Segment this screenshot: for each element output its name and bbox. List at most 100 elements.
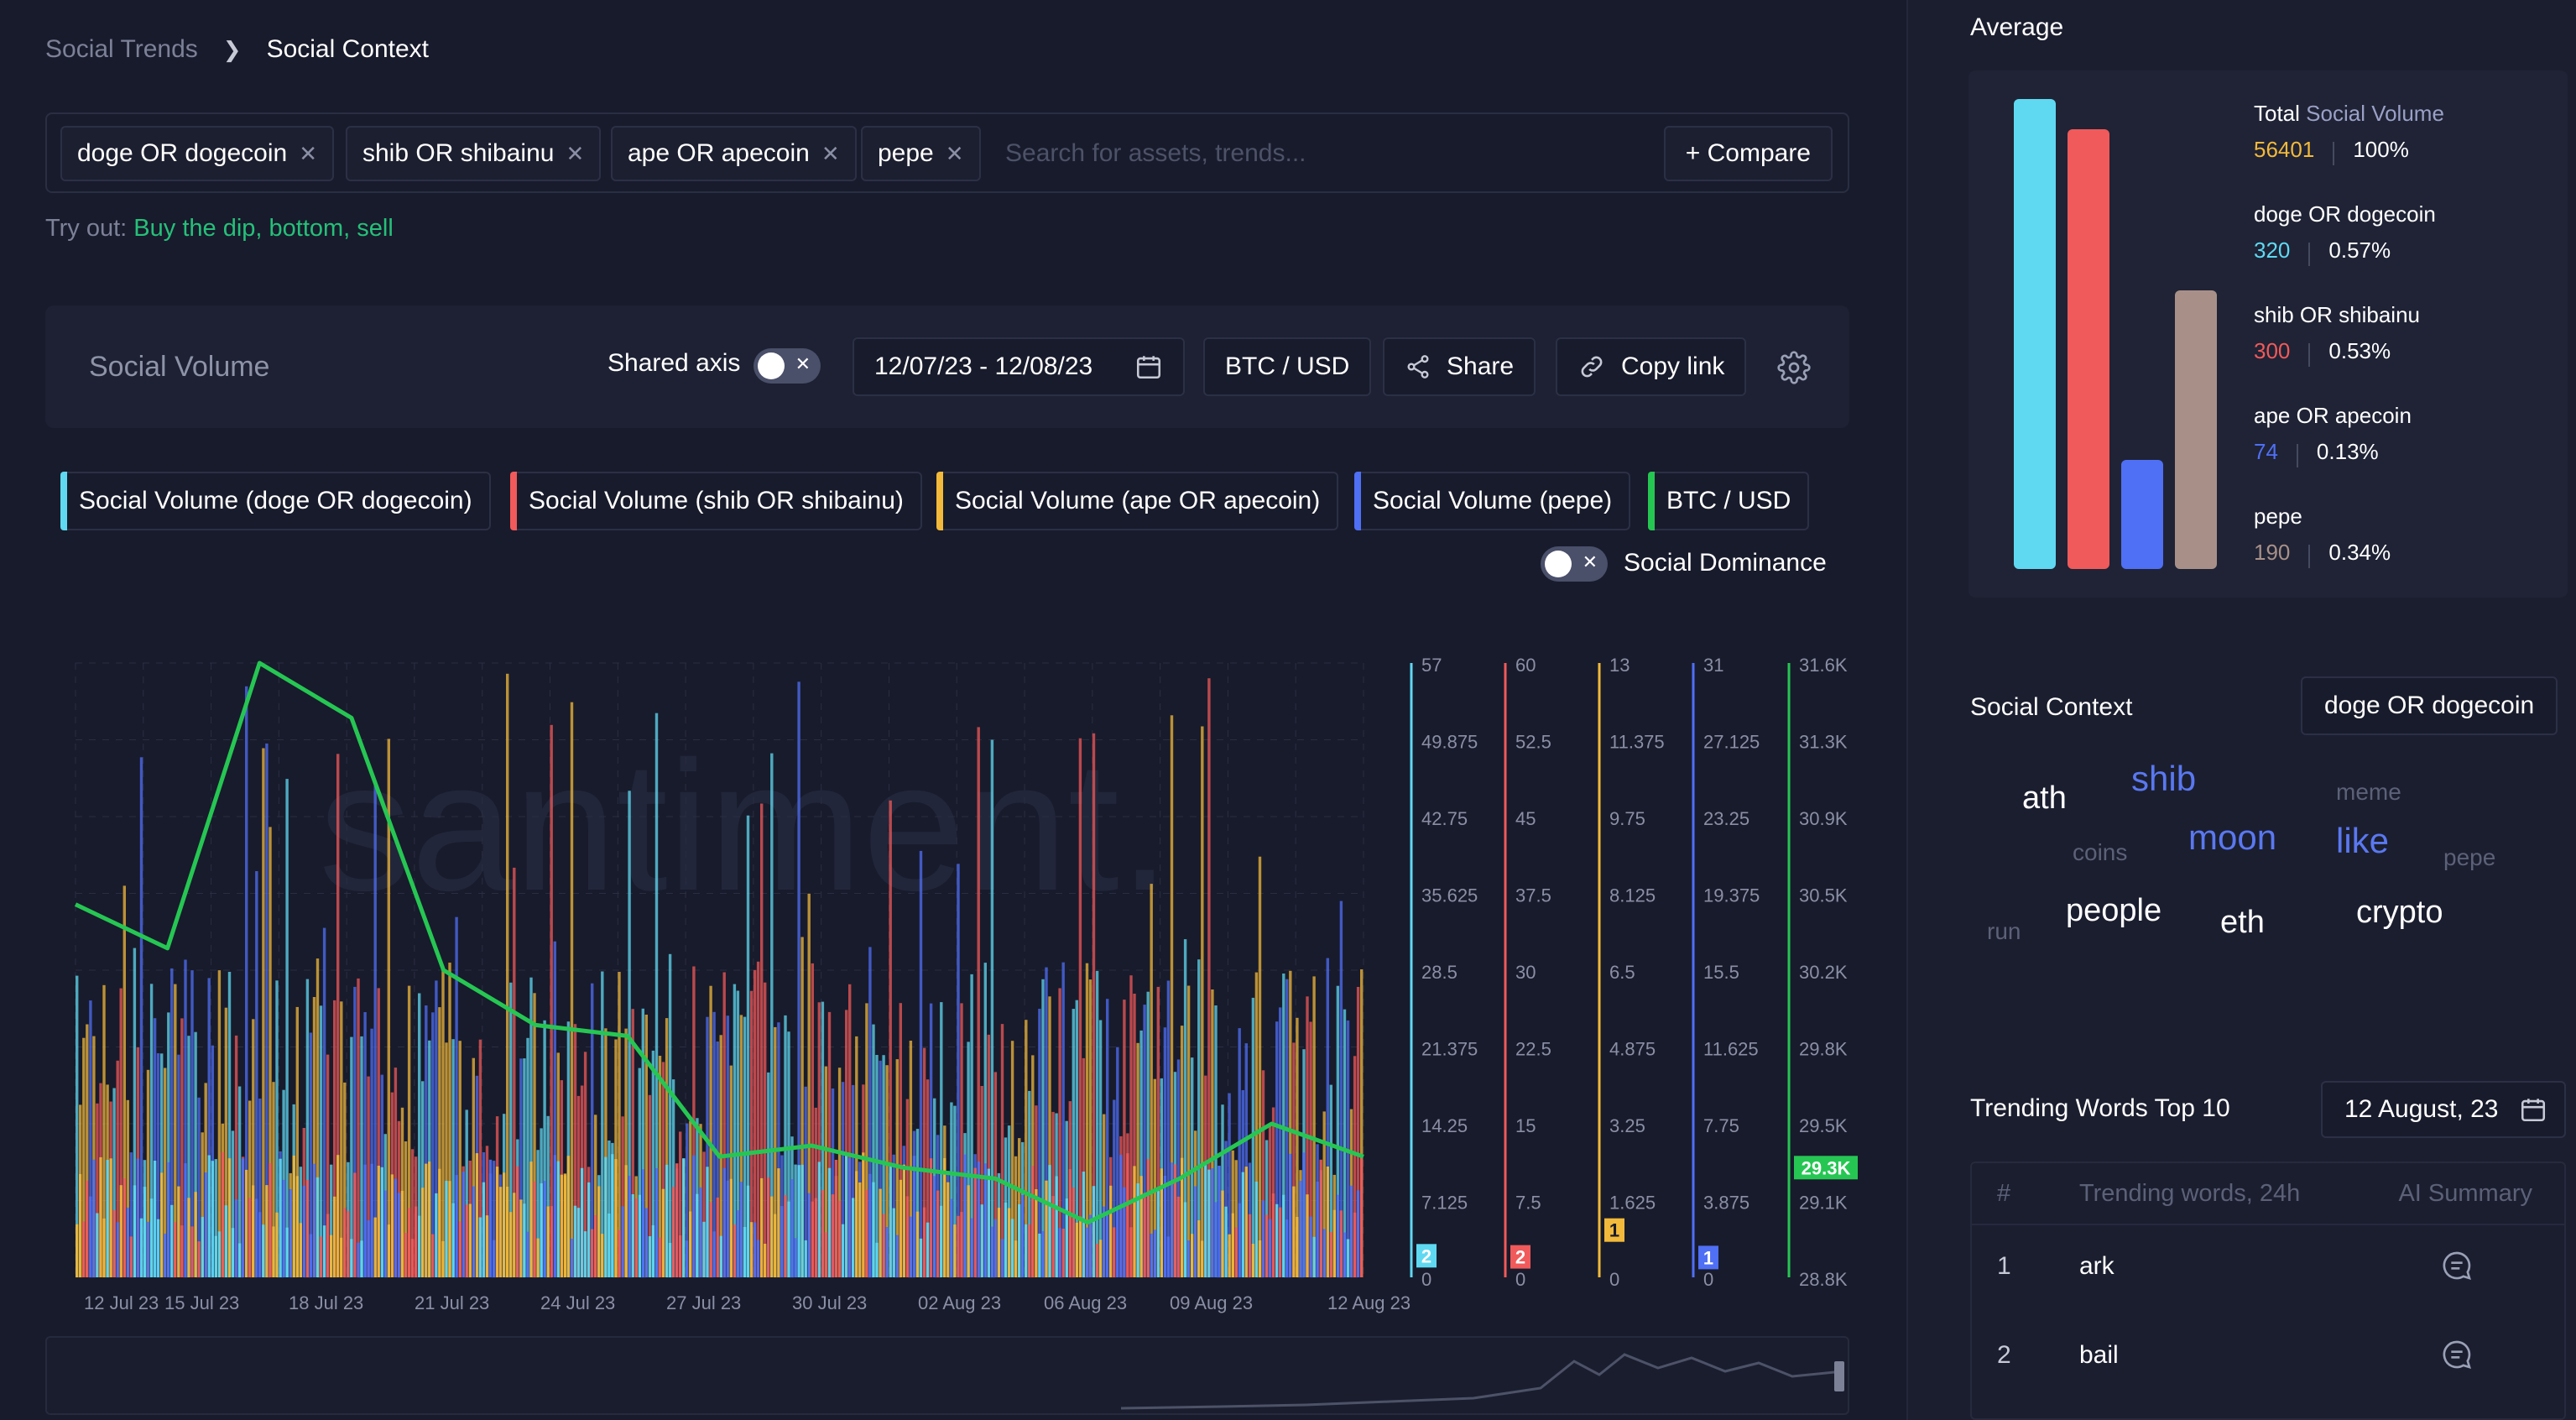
volume-bar: [1075, 1222, 1078, 1277]
trending-word-link[interactable]: ark: [2079, 1252, 2115, 1281]
metric-chip-pepe[interactable]: Social Volume (pepe): [1354, 472, 1631, 530]
close-icon[interactable]: ✕: [566, 141, 584, 167]
word-cloud-item[interactable]: ath: [2022, 780, 2067, 817]
social-volume-chart[interactable]: santiment. 57 49.875 42.75 35.625 28.5 21.375…: [0, 638, 1906, 1326]
word-cloud-item[interactable]: coins: [2073, 839, 2127, 866]
trending-date-picker[interactable]: 12 August, 23: [2321, 1081, 2566, 1138]
word-cloud-item[interactable]: moon: [2188, 817, 2276, 858]
compare-button[interactable]: + Compare: [1663, 126, 1833, 181]
copy-link-button[interactable]: Copy link: [1556, 337, 1747, 396]
volume-bar: [397, 1193, 401, 1277]
chart-navigator[interactable]: [45, 1336, 1849, 1415]
asset-search-bar[interactable]: doge OR dogecoin ✕ shib OR shibainu ✕ ap…: [45, 112, 1849, 193]
volume-bar: [868, 1173, 872, 1277]
volume-bar: [269, 1162, 272, 1277]
volume-bar: [106, 1160, 109, 1277]
navigator-handle[interactable]: [1834, 1361, 1844, 1391]
date-range-picker[interactable]: 12/07/23 - 12/08/23: [853, 337, 1185, 396]
col-word-header: Trending words, 24h: [2079, 1180, 2301, 1207]
chat-icon[interactable]: [2440, 1249, 2474, 1282]
volume-bar: [699, 1187, 702, 1277]
volume-bar: [1336, 1194, 1340, 1277]
volume-bar: [472, 1186, 475, 1277]
volume-bar: [1106, 1214, 1109, 1277]
word-cloud-item[interactable]: meme: [2336, 779, 2401, 806]
search-chip[interactable]: pepe ✕: [861, 126, 981, 181]
volume-bar: [326, 1214, 330, 1277]
trending-date: 12 August, 23: [2344, 1095, 2499, 1123]
volume-bar: [123, 1178, 126, 1277]
breadcrumb-social-trends[interactable]: Social Trends: [45, 35, 198, 64]
volume-bar: [597, 1186, 601, 1277]
word-cloud-item[interactable]: run: [1987, 918, 2021, 945]
volume-bar: [156, 1219, 160, 1277]
word-cloud-item[interactable]: shib: [2131, 759, 2196, 799]
shared-axis-toggle[interactable]: ✕: [754, 348, 821, 384]
word-cloud-item[interactable]: pepe: [2443, 844, 2495, 871]
close-icon: ✕: [795, 353, 811, 374]
word-cloud-item[interactable]: like: [2336, 821, 2389, 861]
bar-pepe: [2175, 290, 2217, 569]
volume-bar: [712, 1231, 716, 1277]
gear-icon[interactable]: [1777, 351, 1811, 384]
item-label: shib OR shibainu: [2254, 302, 2420, 327]
current-value-label: 2: [1515, 1247, 1525, 1268]
volume-bar: [478, 1217, 482, 1277]
volume-bar: [1133, 1166, 1136, 1277]
volume-bar: [529, 1162, 533, 1277]
volume-bar: [543, 1181, 546, 1277]
close-icon[interactable]: ✕: [821, 141, 840, 167]
trending-word-link[interactable]: bail: [2079, 1341, 2119, 1370]
share-button[interactable]: Share: [1383, 337, 1536, 396]
volume-bar: [187, 1198, 190, 1277]
social-dominance-label: Social Dominance: [1624, 549, 1827, 577]
volume-bar: [570, 702, 574, 1277]
volume-bar: [797, 1165, 800, 1277]
volume-bar: [377, 1166, 380, 1277]
try-out-suggestions[interactable]: Buy the dip, bottom, sell: [133, 215, 394, 242]
search-chip[interactable]: ape OR apecoin ✕: [611, 126, 857, 181]
volume-bar: [160, 1172, 164, 1277]
word-cloud-item[interactable]: eth: [2220, 905, 2265, 941]
item-pct: 0.57%: [2328, 238, 2391, 263]
word-cloud-item[interactable]: crypto: [2356, 895, 2443, 931]
volume-bar: [1244, 1167, 1248, 1277]
close-icon[interactable]: ✕: [299, 141, 317, 167]
volume-bar: [1072, 1187, 1075, 1277]
volume-bar: [1289, 1153, 1292, 1277]
volume-bar: [234, 1199, 238, 1277]
volume-bar: [936, 1190, 940, 1277]
copy-link-label: Copy link: [1621, 352, 1725, 380]
metric-chip-btc[interactable]: BTC / USD: [1648, 472, 1810, 530]
volume-bar: [834, 1160, 838, 1277]
volume-bar: [164, 1233, 167, 1277]
item-label: doge OR dogecoin: [2254, 201, 2436, 227]
word-cloud-item[interactable]: people: [2066, 893, 2161, 929]
social-context-select[interactable]: doge OR dogecoin: [2301, 676, 2558, 735]
volume-bar: [696, 1193, 699, 1277]
volume-bar: [770, 1196, 774, 1277]
volume-bar: [1041, 1230, 1045, 1277]
volume-bar: [1068, 1169, 1072, 1277]
volume-bar: [1248, 1214, 1252, 1277]
search-chip[interactable]: doge OR dogecoin ✕: [60, 126, 334, 181]
volume-bar: [1004, 1202, 1008, 1277]
volume-bar: [1000, 1239, 1004, 1277]
volume-bar: [214, 1235, 217, 1277]
close-icon[interactable]: ✕: [946, 141, 964, 167]
y-tick-label: 45: [1515, 808, 1536, 829]
volume-bar: [523, 1203, 526, 1277]
chat-icon[interactable]: [2440, 1338, 2474, 1371]
metric-chip-shib[interactable]: Social Volume (shib OR shibainu): [510, 472, 922, 530]
volume-bar: [641, 1169, 644, 1277]
search-chip[interactable]: shib OR shibainu ✕: [346, 126, 602, 181]
social-dominance-toggle[interactable]: ✕: [1541, 546, 1608, 582]
search-input[interactable]: Search for assets, trends...: [1005, 139, 1306, 168]
volume-bar: [418, 1215, 421, 1277]
pair-selector[interactable]: BTC / USD: [1203, 337, 1372, 396]
volume-bar: [1292, 1186, 1296, 1277]
metric-chip-doge[interactable]: Social Volume (doge OR dogecoin): [60, 472, 491, 530]
volume-bar: [658, 1237, 662, 1277]
metric-chip-ape[interactable]: Social Volume (ape OR apecoin): [936, 472, 1339, 530]
volume-bar: [194, 1192, 197, 1277]
